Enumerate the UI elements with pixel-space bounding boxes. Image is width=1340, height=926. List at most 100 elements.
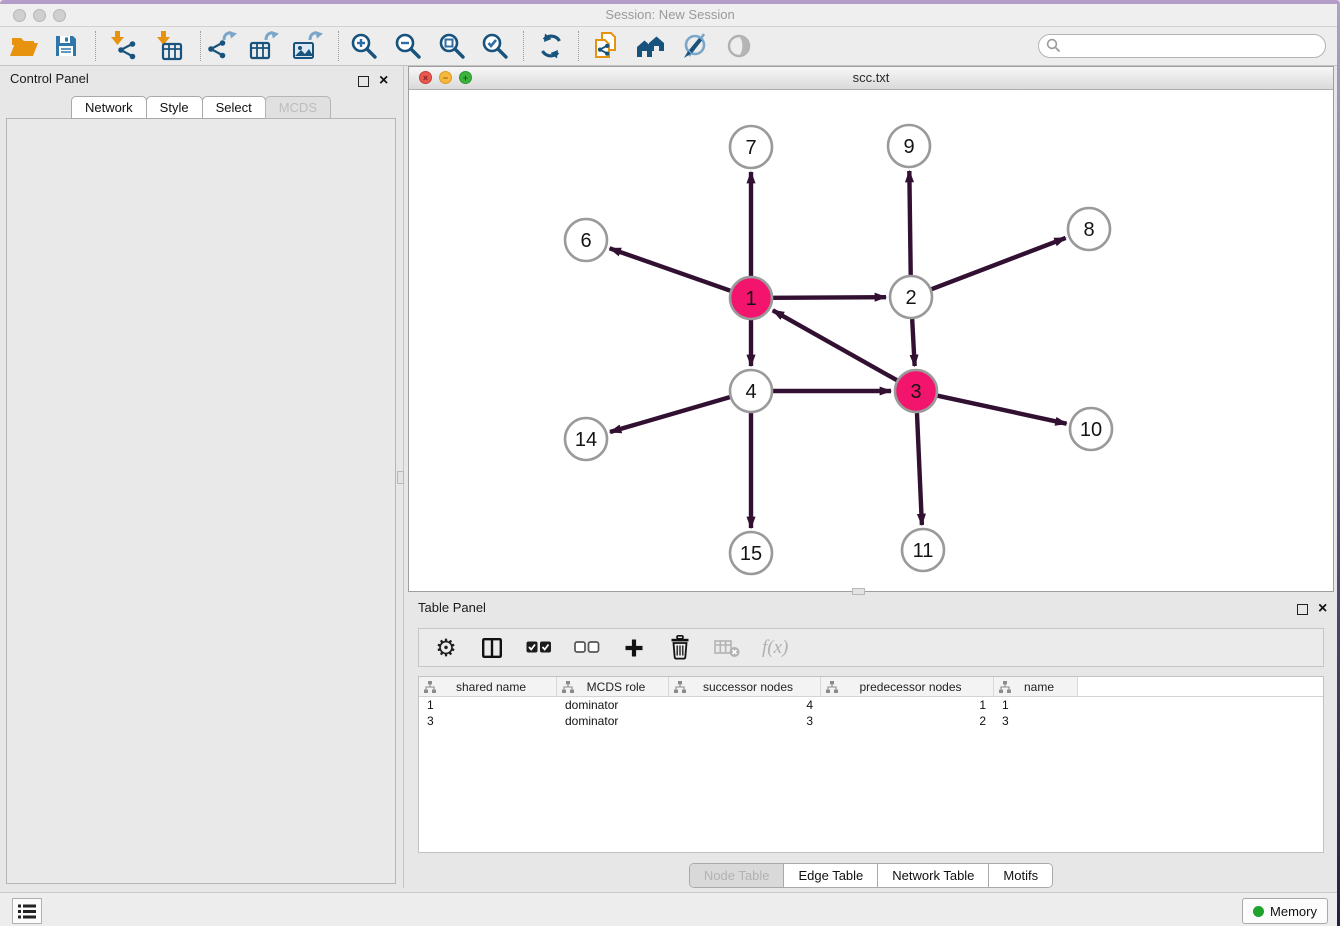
tab-select[interactable]: Select <box>202 96 266 119</box>
edge-3-10[interactable] <box>937 396 1066 424</box>
split-view-button[interactable] <box>480 633 504 663</box>
app-titlebar: Session: New Session <box>0 4 1340 27</box>
edge-1-2[interactable] <box>773 297 886 298</box>
save-session-button[interactable] <box>47 27 85 65</box>
node-14[interactable]: 14 <box>565 418 607 460</box>
apply-style-button[interactable] <box>675 27 713 65</box>
tab-style[interactable]: Style <box>146 96 203 119</box>
function-builder-button[interactable]: f(x) <box>762 633 788 663</box>
column-type-icon <box>999 681 1011 693</box>
window-close-button[interactable] <box>13 9 26 22</box>
export-network-button[interactable] <box>203 27 241 65</box>
network-maximize-button[interactable]: + <box>459 71 472 84</box>
edge-2-8[interactable] <box>932 238 1066 289</box>
float-panel-icon[interactable] <box>358 76 369 87</box>
node-11[interactable]: 11 <box>902 529 944 571</box>
close-panel-icon[interactable]: × <box>379 74 388 88</box>
table-row[interactable]: 3dominator323 <box>419 713 1323 729</box>
delete-row-button[interactable] <box>668 633 692 663</box>
table-cell[interactable]: 3 <box>669 713 821 729</box>
vertical-splitter-handle[interactable] <box>397 471 404 484</box>
network-close-button[interactable]: × <box>419 71 432 84</box>
table-cell[interactable]: dominator <box>557 697 669 713</box>
node-1[interactable]: 1 <box>730 277 772 319</box>
select-all-button[interactable] <box>526 633 552 663</box>
table-cell[interactable]: 4 <box>669 697 821 713</box>
zoom-fit-button[interactable] <box>433 27 471 65</box>
import-table-button[interactable] <box>149 27 187 65</box>
export-image-icon <box>293 31 323 61</box>
node-label: 1 <box>745 288 756 310</box>
houses-icon <box>636 34 666 58</box>
edge-4-14[interactable] <box>610 397 730 432</box>
tab-motifs[interactable]: Motifs <box>988 864 1052 887</box>
node-label: 3 <box>910 381 921 403</box>
table-cell[interactable]: 1 <box>419 697 557 713</box>
node-7[interactable]: 7 <box>730 126 772 168</box>
tab-node-table[interactable]: Node Table <box>690 864 784 887</box>
delete-column-button[interactable] <box>714 633 740 663</box>
refresh-icon <box>538 33 564 59</box>
table-cell[interactable]: 1 <box>994 697 1078 713</box>
export-table-button[interactable] <box>245 27 283 65</box>
column-header-shared-name[interactable]: shared name <box>419 677 557 696</box>
table-cell[interactable]: 1 <box>821 697 994 713</box>
table-cell[interactable]: 3 <box>419 713 557 729</box>
add-row-button[interactable] <box>622 633 646 663</box>
edge-1-6[interactable] <box>610 248 731 290</box>
edge-3-1[interactable] <box>773 310 897 380</box>
open-session-button[interactable] <box>5 27 43 65</box>
zoom-selected-button[interactable] <box>476 27 514 65</box>
memory-button[interactable]: Memory <box>1242 898 1328 924</box>
table-settings-button[interactable]: ⚙ <box>434 633 458 663</box>
delete-column-icon <box>714 638 740 658</box>
column-header-label: MCDS role <box>574 680 668 694</box>
table-cell[interactable]: 3 <box>994 713 1078 729</box>
tab-edge-table[interactable]: Edge Table <box>783 864 877 887</box>
node-8[interactable]: 8 <box>1068 208 1110 250</box>
application-window: Session: New Session <box>0 0 1340 926</box>
float-table-panel-icon[interactable] <box>1297 604 1308 615</box>
export-table-icon <box>249 31 279 61</box>
show-hide-button[interactable] <box>720 27 758 65</box>
tab-network-table[interactable]: Network Table <box>877 864 988 887</box>
plus-icon <box>624 638 644 658</box>
window-minimize-button[interactable] <box>33 9 46 22</box>
export-image-button[interactable] <box>289 27 327 65</box>
search-input[interactable] <box>1038 34 1326 58</box>
table-cell[interactable]: dominator <box>557 713 669 729</box>
zoom-in-button[interactable] <box>345 27 383 65</box>
tab-mcds[interactable]: MCDS <box>265 96 331 119</box>
edge-2-3[interactable] <box>912 319 915 366</box>
column-header-name[interactable]: name <box>994 677 1078 696</box>
column-header-predecessor-nodes[interactable]: predecessor nodes <box>821 677 994 696</box>
clone-network-button[interactable] <box>587 27 625 65</box>
column-header-mcds-role[interactable]: MCDS role <box>557 677 669 696</box>
table-row[interactable]: 1dominator411 <box>419 697 1323 713</box>
window-zoom-button[interactable] <box>53 9 66 22</box>
first-neighbors-button[interactable] <box>632 27 670 65</box>
node-10[interactable]: 10 <box>1070 408 1112 450</box>
network-canvas[interactable]: 7 9 6 8 1 2 4 3 14 10 15 11 <box>409 89 1333 591</box>
task-history-button[interactable] <box>12 898 42 924</box>
import-network-button[interactable] <box>103 27 141 65</box>
edge-3-11[interactable] <box>917 413 922 525</box>
column-header-successor-nodes[interactable]: successor nodes <box>669 677 821 696</box>
node-6[interactable]: 6 <box>565 219 607 261</box>
node-9[interactable]: 9 <box>888 125 930 167</box>
table-cell[interactable]: 2 <box>821 713 994 729</box>
edge-2-9[interactable] <box>909 171 910 275</box>
refresh-layout-button[interactable] <box>532 27 570 65</box>
zoom-out-button[interactable] <box>389 27 427 65</box>
control-panel-title: Control Panel <box>10 71 89 86</box>
network-minimize-button[interactable]: − <box>439 71 452 84</box>
horizontal-splitter-handle[interactable] <box>852 588 865 595</box>
node-2[interactable]: 2 <box>890 276 932 318</box>
node-15[interactable]: 15 <box>730 532 772 574</box>
node-4[interactable]: 4 <box>730 370 772 412</box>
column-header-label: name <box>1011 680 1077 694</box>
node-3[interactable]: 3 <box>895 370 937 412</box>
tab-network[interactable]: Network <box>71 96 147 119</box>
close-table-panel-icon[interactable]: × <box>1318 602 1327 616</box>
deselect-all-button[interactable] <box>574 633 600 663</box>
